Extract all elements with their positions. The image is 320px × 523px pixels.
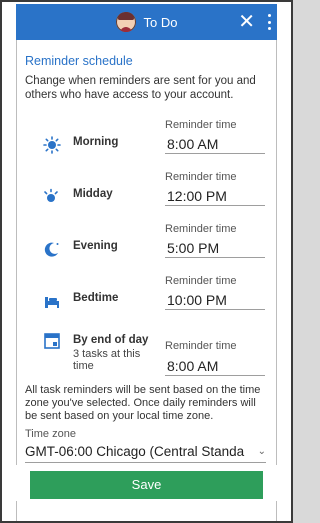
reminder-row-evening: Evening Reminder time 5:00 PM (25, 222, 266, 274)
reminder-label: Midday (73, 188, 113, 200)
reminder-time-field[interactable]: 10:00 PM (165, 290, 265, 310)
app-title: To Do (143, 14, 178, 30)
reminder-label: Morning (73, 136, 119, 148)
reminder-time-field[interactable]: 12:00 PM (165, 186, 265, 206)
bottom-bar (16, 501, 277, 523)
reminder-row-bedtime: Bedtime Reminder time 10:00 PM (25, 274, 266, 326)
more-vertical-icon[interactable] (267, 14, 271, 30)
timezone-value: GMT-06:00 Chicago (Central Standa (25, 444, 245, 459)
reminder-time-label: Reminder time (165, 171, 237, 183)
reminder-settings-panel: Reminder schedule Change when reminders … (16, 40, 277, 465)
reminder-time-label: Reminder time (165, 119, 237, 131)
reminder-time-label: Reminder time (165, 275, 237, 287)
calendar-icon (44, 333, 60, 349)
chevron-down-icon: ⌄ (257, 446, 266, 457)
sun-icon (43, 136, 61, 154)
timezone-select[interactable]: GMT-06:00 Chicago (Central Standa ⌄ (25, 442, 266, 463)
reminder-row-morning: Morning Reminder time 8:00 AM (25, 118, 266, 170)
timezone-note: All task reminders will be sent based on… (25, 384, 261, 422)
bed-icon (45, 297, 59, 308)
reminder-time-label: Reminder time (165, 340, 237, 352)
reminder-label: Bedtime (73, 292, 119, 304)
reminder-label: By end of day (73, 334, 149, 346)
reminder-label: Evening (73, 240, 118, 252)
avatar[interactable] (115, 12, 136, 32)
reminder-sublabel: 3 tasks at this time (73, 348, 141, 372)
frame-top (2, 0, 291, 2)
midday-sun-icon (44, 188, 58, 202)
reminder-time-label: Reminder time (165, 223, 237, 235)
section-title: Reminder schedule (25, 54, 133, 68)
app-header: To Do ✕ (16, 4, 277, 40)
close-icon[interactable]: ✕ (238, 10, 255, 34)
reminder-time-field[interactable]: 8:00 AM (165, 356, 265, 376)
reminder-time-field[interactable]: 8:00 AM (165, 134, 265, 154)
reminder-time-field[interactable]: 5:00 PM (165, 238, 265, 258)
intro-text: Change when reminders are sent for you a… (25, 75, 256, 101)
reminder-row-midday: Midday Reminder time 12:00 PM (25, 170, 266, 222)
save-button[interactable]: Save (30, 471, 263, 499)
reminder-row-end-of-day: By end of day 3 tasks at this time Remin… (25, 326, 266, 378)
timezone-label: Time zone (25, 428, 76, 440)
app-window: To Do ✕ Reminder schedule Change when re… (0, 0, 293, 523)
moon-icon (44, 242, 59, 257)
